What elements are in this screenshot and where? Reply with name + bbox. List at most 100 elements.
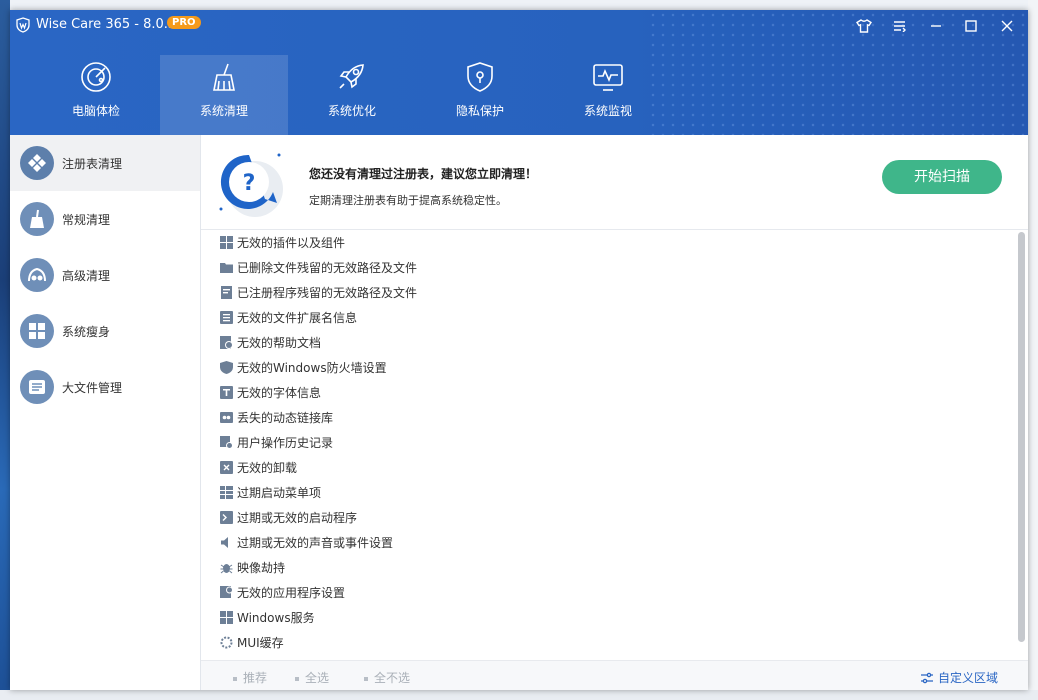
menu-button[interactable] <box>888 15 912 37</box>
registry-icon <box>20 146 54 180</box>
nav-item-privacy[interactable]: 隐私保护 <box>416 55 544 135</box>
sidebar-item-registry-clean[interactable]: 注册表清理 <box>10 135 200 191</box>
list-item[interactable]: 无效的插件以及组件 <box>211 230 1011 255</box>
sidebar-item-label: 高级清理 <box>62 269 111 283</box>
close-icon <box>1001 20 1013 32</box>
broom-icon <box>213 63 235 91</box>
scrollbar-thumb[interactable] <box>1018 232 1025 642</box>
titlebar[interactable]: Wise Care 365 - 8.0.5 PRO <box>10 10 1028 42</box>
item-icon[interactable] <box>219 236 233 250</box>
list-item-label: 已注册程序残留的无效路径及文件 <box>237 286 418 300</box>
desktop-background <box>0 0 10 700</box>
item-icon[interactable] <box>219 636 233 650</box>
select-all-link[interactable]: 全选 <box>295 669 329 686</box>
bullet-icon <box>233 676 237 681</box>
bullet-icon <box>295 676 299 681</box>
list-item-label: 无效的应用程序设置 <box>237 586 346 600</box>
nav-label: 系统优化 <box>327 104 376 118</box>
list-item[interactable]: 丢失的动态链接库 <box>211 405 1011 430</box>
list-item-label: Windows服务 <box>237 611 315 625</box>
list-item[interactable]: 无效的卸载 <box>211 455 1011 480</box>
item-icon[interactable] <box>219 611 233 625</box>
list-item[interactable]: 无效的帮助文档 <box>211 330 1011 355</box>
item-icon[interactable] <box>219 586 233 600</box>
footer-bar: 推荐 全选 全不选 自定义区域 <box>201 660 1028 690</box>
sidebar-item-common-clean[interactable]: 常规清理 <box>10 191 200 247</box>
advanced-clean-icon <box>20 258 54 292</box>
rocket-icon <box>339 64 364 89</box>
item-icon[interactable] <box>219 511 233 525</box>
list-item[interactable]: 无效的应用程序设置 <box>211 580 1011 605</box>
sidebar-item-label: 大文件管理 <box>62 381 123 395</box>
select-all-label: 全选 <box>305 671 330 685</box>
maximize-button[interactable] <box>959 15 983 37</box>
nav-item-monitor[interactable]: 系统监视 <box>544 55 672 135</box>
nav-item-system-clean[interactable]: 系统清理 <box>160 55 288 135</box>
list-item-label: 映像劫持 <box>237 561 286 575</box>
list-item-label: 无效的卸载 <box>237 461 298 475</box>
sidebar-item-system-slim[interactable]: 系统瘦身 <box>10 303 200 359</box>
nav-label: 电脑体检 <box>71 104 120 118</box>
list-item[interactable]: MUI缓存 <box>211 630 1011 655</box>
list-scrollbar[interactable] <box>1017 228 1027 660</box>
banner-subtitle: 定期清理注册表有助于提高系统稳定性。 <box>309 194 507 207</box>
item-icon[interactable] <box>219 411 233 425</box>
list-item-label: 丢失的动态链接库 <box>237 411 334 425</box>
nav-item-checkup[interactable]: 电脑体检 <box>32 55 160 135</box>
item-icon[interactable] <box>219 286 233 300</box>
nav-item-optimize[interactable]: 系统优化 <box>288 55 416 135</box>
list-item-label: 无效的字体信息 <box>237 386 322 400</box>
broom-icon <box>20 202 54 236</box>
list-item[interactable]: 已删除文件残留的无效路径及文件 <box>211 255 1011 280</box>
list-item[interactable]: 映像劫持 <box>211 555 1011 580</box>
app-title: Wise Care 365 - 8.0.5 <box>36 17 177 32</box>
item-icon[interactable] <box>219 386 233 400</box>
sidebar-item-large-file[interactable]: 大文件管理 <box>10 359 200 415</box>
bullet-icon <box>364 676 368 681</box>
banner-title: 您还没有清理过注册表，建议您立即清理！ <box>309 167 538 181</box>
list-item[interactable]: 无效的Windows防火墙设置 <box>211 355 1011 380</box>
file-list-icon <box>20 370 54 404</box>
list-item-label: 无效的帮助文档 <box>237 336 322 350</box>
item-icon[interactable] <box>219 436 233 450</box>
app-window: Wise Care 365 - 8.0.5 PRO 电脑体检 系统清理 系统优化… <box>10 10 1028 690</box>
list-item[interactable]: Windows服务 <box>211 605 1011 630</box>
question-icon: ? <box>219 153 283 217</box>
item-icon[interactable] <box>219 311 233 325</box>
list-item[interactable]: 过期或无效的启动程序 <box>211 505 1011 530</box>
custom-area-link[interactable]: 自定义区域 <box>921 669 998 686</box>
list-item[interactable]: 过期或无效的声音或事件设置 <box>211 530 1011 555</box>
item-icon[interactable] <box>219 261 233 275</box>
shield-lock-icon <box>467 62 493 92</box>
minimize-button[interactable] <box>924 15 948 37</box>
recommend-label: 推荐 <box>243 671 268 685</box>
list-item[interactable]: 已注册程序残留的无效路径及文件 <box>211 280 1011 305</box>
list-item-label: 无效的Windows防火墙设置 <box>237 361 387 375</box>
background-window-strip <box>10 0 1038 10</box>
main-nav: 电脑体检 系统清理 系统优化 隐私保护 系统监视 <box>32 55 672 135</box>
item-icon[interactable] <box>219 461 233 475</box>
item-icon[interactable] <box>219 561 233 575</box>
list-item-label: MUI缓存 <box>237 636 284 650</box>
maximize-icon <box>965 20 977 32</box>
list-item-label: 用户操作历史记录 <box>237 436 334 450</box>
start-scan-button[interactable]: 开始扫描 <box>882 160 1002 194</box>
recommend-link[interactable]: 推荐 <box>233 669 267 686</box>
svg-text:?: ? <box>243 171 256 196</box>
item-icon[interactable] <box>219 361 233 375</box>
item-icon[interactable] <box>219 486 233 500</box>
registry-item-list: 无效的插件以及组件 已删除文件残留的无效路径及文件 已注册程序残留的无效路径及文… <box>211 230 1011 660</box>
list-item[interactable]: 无效的文件扩展名信息 <box>211 305 1011 330</box>
item-icon[interactable] <box>219 536 233 550</box>
list-item[interactable]: 过期启动菜单项 <box>211 480 1011 505</box>
item-icon[interactable] <box>219 336 233 350</box>
pro-badge: PRO <box>167 16 201 29</box>
select-none-link[interactable]: 全不选 <box>364 669 410 686</box>
list-item[interactable]: 用户操作历史记录 <box>211 430 1011 455</box>
shirt-icon <box>856 19 872 33</box>
sidebar-item-advanced-clean[interactable]: 高级清理 <box>10 247 200 303</box>
close-button[interactable] <box>995 15 1019 37</box>
list-item[interactable]: 无效的字体信息 <box>211 380 1011 405</box>
skin-button[interactable] <box>852 15 876 37</box>
list-item-label: 过期或无效的启动程序 <box>237 511 358 525</box>
